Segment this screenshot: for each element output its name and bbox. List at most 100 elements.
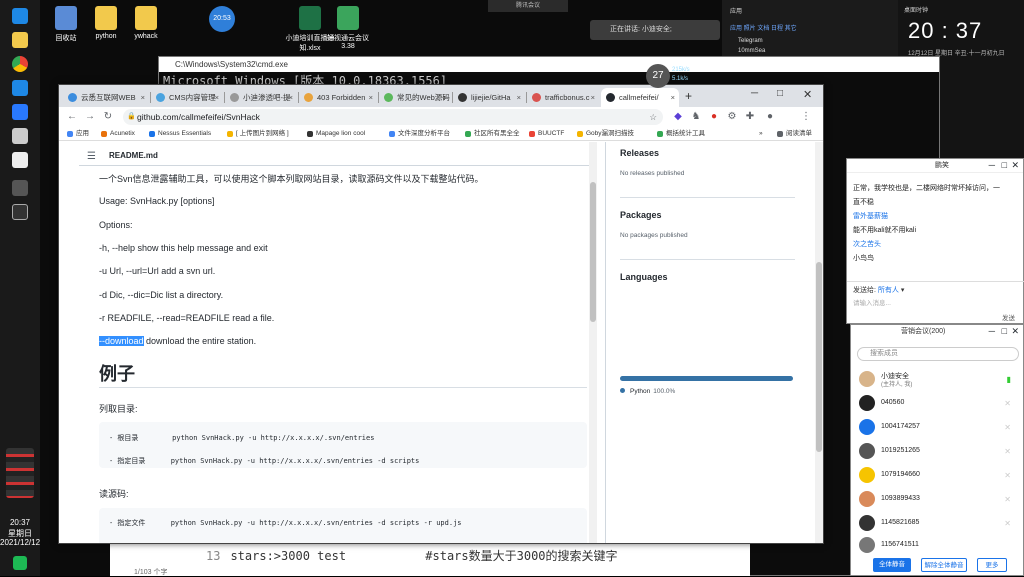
reload-icon[interactable]: ↻ — [101, 109, 115, 125]
start-icon[interactable] — [12, 8, 28, 24]
bookmark-item[interactable]: 文件深度分析平台 — [389, 127, 450, 141]
menu-icon[interactable]: ⋮ — [799, 109, 813, 125]
scrollbar-thumb[interactable] — [590, 182, 596, 322]
members-panel[interactable]: 营销会议(200) ─ □ ✕ 搜索成员 小迪安全 (主持人, 我) ▮ 04056… — [850, 324, 1024, 576]
bookmarks-overflow[interactable]: » — [759, 127, 763, 141]
text-editor-window[interactable]: 13 stars:>3000 test #stars数量大于3000的搜索关键字 … — [110, 540, 750, 576]
chat-maximize-button[interactable]: □ — [1002, 160, 1007, 170]
extension-icon[interactable]: ● — [707, 109, 721, 125]
mic-icon[interactable]: ▮ — [1007, 375, 1011, 384]
chat-sender[interactable]: 次之苦头 — [853, 239, 881, 249]
chat-sender[interactable]: 雷外基薪猫 — [853, 211, 888, 221]
news-item[interactable]: Telegram — [738, 38, 763, 44]
chrome-icon[interactable] — [12, 56, 28, 72]
mic-muted-icon[interactable]: ✕ — [1004, 519, 1011, 528]
send-button[interactable]: 发送 — [1002, 312, 1015, 322]
close-tab-icon[interactable]: × — [215, 88, 219, 107]
mail-icon[interactable] — [12, 104, 28, 120]
app-icon[interactable] — [12, 180, 28, 196]
packages-heading[interactable]: Packages — [620, 210, 662, 220]
member-row[interactable]: 040560 ✕ — [859, 395, 1019, 415]
mic-muted-icon[interactable]: ✕ — [1004, 471, 1011, 480]
forward-icon[interactable]: → — [83, 109, 97, 125]
page-scrollbar[interactable] — [815, 142, 823, 543]
close-tab-icon[interactable]: × — [443, 88, 447, 107]
app-icon[interactable] — [12, 152, 28, 168]
close-tab-icon[interactable]: × — [591, 88, 595, 107]
tab-trafficbonus[interactable]: trafficbonus.c × — [527, 88, 599, 107]
mic-muted-icon[interactable]: ✕ — [1004, 495, 1011, 504]
reading-list[interactable]: 阅读清单 — [777, 127, 812, 141]
member-row[interactable]: 1004174257 ✕ — [859, 419, 1019, 439]
member-row[interactable]: 1093899433 ✕ — [859, 491, 1019, 511]
tab-cms[interactable]: CMS内容管理 × — [151, 88, 223, 107]
bookmark-item[interactable]: Goby漏洞扫描技 — [577, 127, 634, 141]
extension-icon[interactable]: ♞ — [689, 109, 703, 125]
members-minimize-button[interactable]: ─ — [989, 326, 995, 336]
cmd-title[interactable]: C:\Windows\System32\cmd.exe — [159, 57, 939, 72]
minimize-button[interactable]: ─ — [751, 88, 758, 99]
file-explorer-icon[interactable] — [12, 32, 28, 48]
close-tab-icon[interactable]: × — [671, 88, 675, 107]
bookmark-item[interactable]: [ 上传图片到网络 ] — [227, 127, 289, 141]
back-icon[interactable]: ← — [65, 109, 79, 125]
chat-minimize-button[interactable]: ─ — [989, 160, 995, 170]
app-icon[interactable] — [12, 80, 28, 96]
send-to-target[interactable]: 所有人 — [878, 287, 899, 294]
member-row[interactable]: 1156741511 — [859, 537, 1019, 557]
members-close-button[interactable]: ✕ — [1011, 326, 1019, 337]
close-tab-icon[interactable]: × — [141, 88, 145, 107]
bookmark-item[interactable]: Acunetix — [101, 127, 135, 141]
member-row[interactable]: 1019251265 ✕ — [859, 443, 1019, 463]
new-tab-button[interactable]: + — [685, 89, 692, 103]
address-bar[interactable]: 🔒 github.com/callmefeifei/SvnHack ☆ — [123, 109, 663, 125]
readme-scrollbar[interactable] — [589, 142, 597, 543]
bookmark-item[interactable]: 概括统计工具 — [657, 127, 705, 141]
terminal-icon[interactable] — [12, 204, 28, 220]
tab-403[interactable]: 403 Forbidden × — [299, 88, 377, 107]
maximize-button[interactable]: □ — [777, 88, 783, 99]
member-row[interactable]: 1145821685 ✕ — [859, 515, 1019, 535]
unmute-all-button[interactable]: 解除全体静音 — [921, 558, 967, 572]
close-tab-icon[interactable]: × — [369, 88, 373, 107]
chat-window[interactable]: 鹏笑 ─ □ ✕ 正常，我学校也是，二楼网络时常坏掉访问，一 直不稳 雷外基薪猫… — [846, 158, 1024, 324]
more-button[interactable]: 更多 — [977, 558, 1007, 572]
send-to[interactable]: 发送给: 所有人 ▾ — [853, 285, 904, 295]
news-item[interactable]: 10mmSea — [738, 48, 765, 54]
close-tab-icon[interactable]: × — [289, 88, 293, 107]
tab-web-source[interactable]: 常见的Web源码 × — [379, 88, 451, 107]
news-nav[interactable]: 应用 照片 文档 日程 其它 — [730, 23, 797, 32]
puzzle-icon[interactable]: ✚ — [743, 109, 757, 125]
close-window-button[interactable]: ✕ — [803, 88, 812, 101]
chrome-window[interactable]: 云悉互联网WEB × CMS内容管理 × 小迪渗透吧-提 × 403 Forbidde… — [58, 84, 824, 544]
members-maximize-button[interactable]: □ — [1002, 326, 1007, 336]
member-search-input[interactable]: 搜索成员 — [857, 347, 1019, 361]
tab-githack[interactable]: lijiejie/GitHa × — [453, 88, 525, 107]
ywhack-file-icon[interactable]: ywhack — [120, 6, 172, 40]
meeting-app-icon[interactable]: 好视通云会议3.38 — [322, 6, 374, 50]
chat-input[interactable]: 请输入消息... — [853, 297, 891, 307]
app-icon[interactable] — [12, 128, 28, 144]
extension-icon[interactable]: ⚙ — [725, 109, 739, 125]
member-row[interactable]: 1079194660 ✕ — [859, 467, 1019, 487]
meeting-status-bar[interactable]: 腾讯会议 — [488, 0, 568, 12]
scrollbar-thumb[interactable] — [816, 262, 822, 452]
extension-icon[interactable]: ◆ — [671, 109, 685, 125]
bookmark-item[interactable]: 社区所有黑全全 — [465, 127, 520, 141]
mic-muted-icon[interactable]: ✕ — [1004, 423, 1011, 432]
notification-icon[interactable] — [13, 556, 27, 570]
list-icon[interactable]: ☰ — [87, 151, 96, 162]
tray-icons[interactable] — [6, 448, 34, 498]
member-row[interactable]: 小迪安全 (主持人, 我) ▮ — [859, 371, 1019, 391]
bookmark-item[interactable]: Mapage lion cool — [307, 127, 365, 141]
tab-svnhack[interactable]: callmefeifei/ × — [601, 88, 679, 107]
bookmark-item[interactable]: BUUCTF — [529, 127, 564, 141]
tab-yunxi[interactable]: 云悉互联网WEB × — [63, 88, 149, 107]
clock-widget[interactable]: 20:53 — [196, 6, 248, 35]
tab-xiaodi[interactable]: 小迪渗透吧-提 × — [225, 88, 297, 107]
star-icon[interactable]: ☆ — [649, 109, 657, 125]
profile-icon[interactable]: ● — [763, 109, 777, 125]
language-item[interactable]: Python 100.0% — [620, 388, 675, 395]
mic-muted-icon[interactable]: ✕ — [1004, 447, 1011, 456]
speaking-notification[interactable]: 正在讲话: 小迪安全; — [590, 20, 720, 40]
